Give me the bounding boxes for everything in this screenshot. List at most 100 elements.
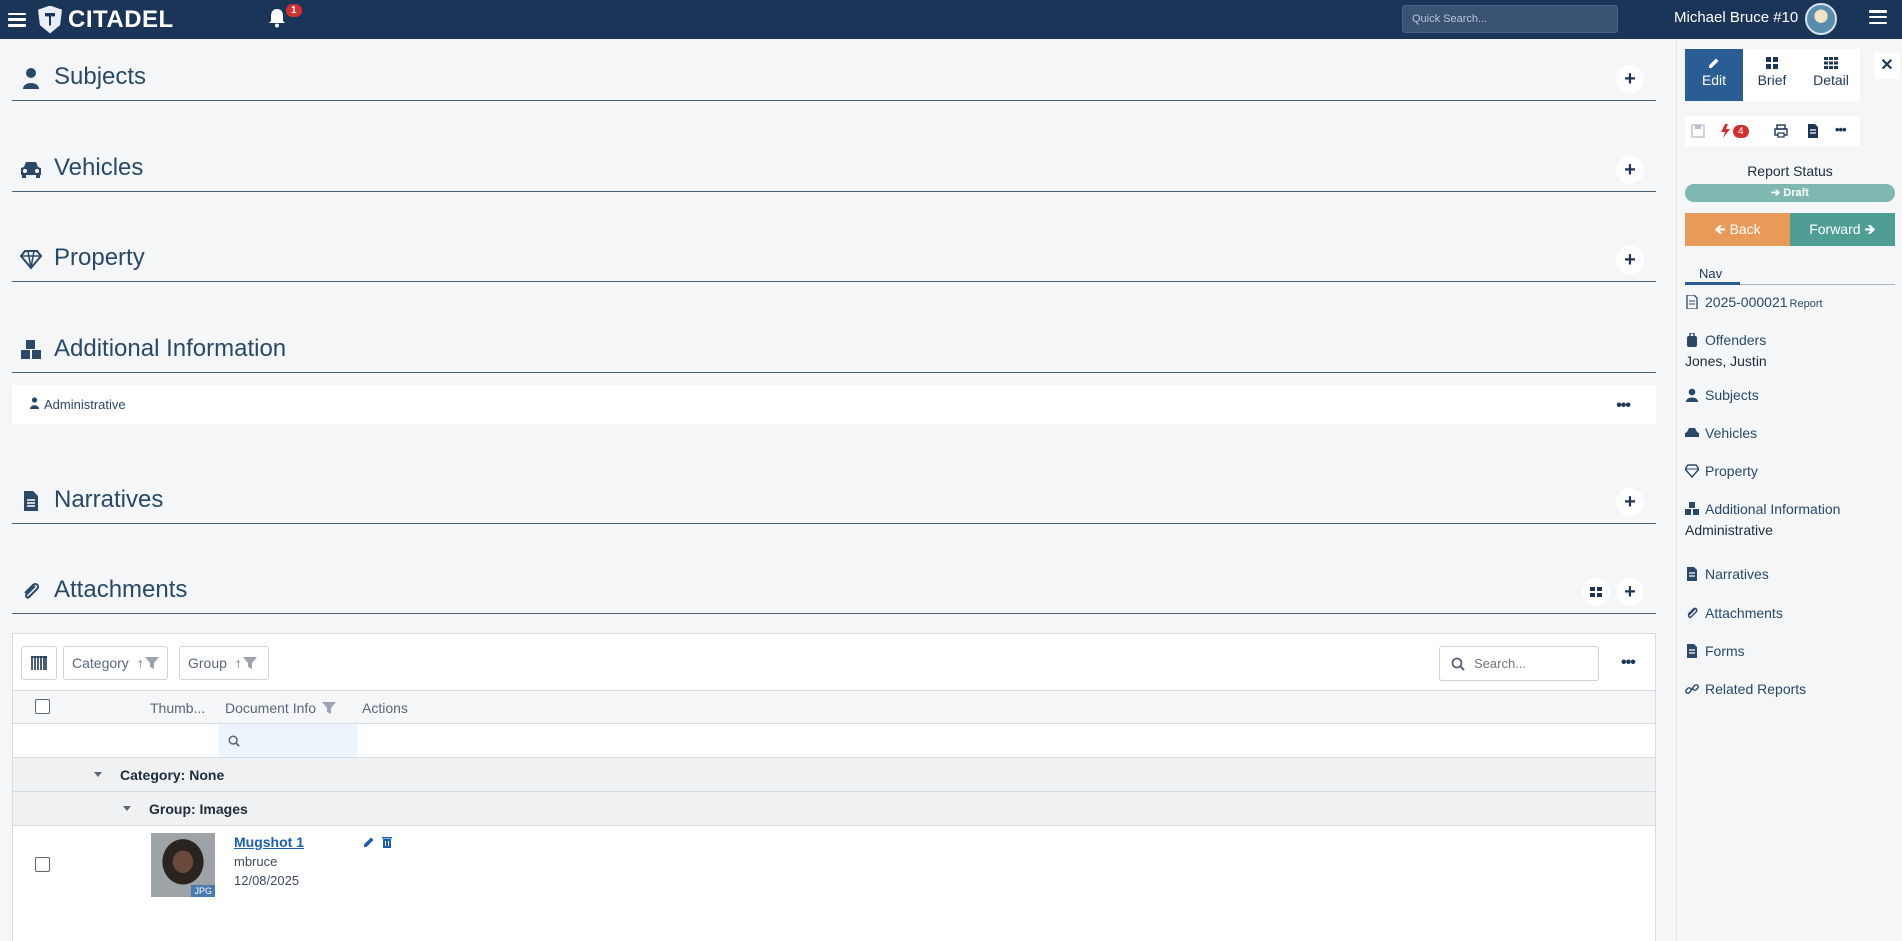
tab-nav[interactable]: Nav <box>1685 266 1895 285</box>
quick-search-input[interactable] <box>1402 5 1618 33</box>
trash-icon[interactable] <box>381 836 393 848</box>
nav-related-reports-label: Related Reports <box>1705 681 1807 697</box>
document-date: 12/08/2025 <box>234 873 300 888</box>
arrow-right-icon: 🡺 <box>1860 221 1876 237</box>
nav-item-narratives[interactable]: Narratives <box>1685 566 1769 582</box>
add-narrative-button[interactable]: + <box>1616 488 1644 516</box>
forward-button-label: Forward <box>1809 221 1861 237</box>
nav-item-subjects[interactable]: Subjects <box>1685 387 1759 403</box>
grid-view-icon[interactable] <box>1582 578 1610 606</box>
section-title-subjects: Subjects <box>54 63 147 90</box>
section-title-attachments: Attachments <box>54 576 188 603</box>
category-group-row: Category: None <box>13 758 1655 792</box>
person-icon <box>1686 388 1698 402</box>
filter-icon[interactable] <box>322 701 336 715</box>
user-avatar[interactable] <box>1805 3 1837 35</box>
print-icon[interactable] <box>1774 124 1788 138</box>
add-subject-button[interactable]: + <box>1616 65 1644 93</box>
tab-brief[interactable]: Brief <box>1743 49 1801 101</box>
edit-pencil-icon[interactable] <box>363 836 375 848</box>
filter-icon[interactable] <box>144 656 159 670</box>
tab-edit[interactable]: Edit <box>1685 49 1743 101</box>
document-icon <box>1687 567 1697 581</box>
document-icon <box>24 491 38 511</box>
document-icon[interactable] <box>1806 124 1820 138</box>
filter-icon[interactable] <box>242 656 257 670</box>
main-menu-icon[interactable] <box>8 12 26 27</box>
category-group-filter[interactable]: Category ↑ <box>63 646 168 680</box>
collapse-caret-icon[interactable] <box>123 806 131 811</box>
citadel-logo[interactable]: CITADEL <box>38 5 174 34</box>
arrow-right-icon: ➔ <box>1771 187 1784 199</box>
grid-more-options-icon[interactable]: ••• <box>1621 654 1636 672</box>
nav-item-attachments[interactable]: Attachments <box>1685 605 1783 621</box>
nav-item-property[interactable]: Property <box>1685 463 1758 479</box>
attachments-section-header: Attachments + <box>12 566 1656 614</box>
select-all-checkbox[interactable] <box>35 699 50 714</box>
sort-arrow-icon[interactable]: ↑ <box>137 655 144 671</box>
mugshot-thumbnail[interactable]: JPG <box>151 833 215 897</box>
nav-tab-label: Nav <box>1699 266 1723 281</box>
nav-offenders-label: Offenders <box>1705 332 1767 348</box>
nav-subjects-label: Subjects <box>1705 387 1759 403</box>
column-header-document-info[interactable]: Document Info <box>225 700 316 716</box>
car-icon <box>21 162 41 178</box>
nav-forms-label: Forms <box>1705 643 1745 659</box>
nav-item-report[interactable]: 2025-000021 Report <box>1685 294 1823 310</box>
column-header-actions[interactable]: Actions <box>362 700 408 716</box>
sort-arrow-icon[interactable]: ↑ <box>235 655 242 671</box>
section-title-narratives: Narratives <box>54 486 164 513</box>
offender-name[interactable]: Jones, Justin <box>1685 353 1767 369</box>
grid-icon <box>1766 57 1778 69</box>
nav-item-related-reports[interactable]: Related Reports <box>1685 681 1806 697</box>
document-title-link[interactable]: Mugshot 1 <box>234 834 304 850</box>
more-actions-icon[interactable]: ••• <box>1835 122 1855 137</box>
grid-filter-row <box>13 724 1655 758</box>
nav-attachments-label: Attachments <box>1705 605 1783 621</box>
back-button[interactable]: 🡸 Back <box>1685 213 1790 246</box>
pencil-icon <box>1709 58 1719 68</box>
arrow-left-icon: 🡸 <box>1714 221 1730 237</box>
group-group-filter[interactable]: Group ↑ <box>179 646 269 680</box>
document-author: mbruce <box>234 854 278 869</box>
handcuffs-icon <box>1687 333 1697 347</box>
property-section-header: Property + <box>12 234 1656 282</box>
grid-toolbar: Category ↑ Group ↑ ••• <box>13 634 1655 690</box>
additional-information-sub[interactable]: Administrative <box>1685 522 1773 538</box>
section-title-additional-information: Additional Information <box>54 335 287 362</box>
administrative-row[interactable]: Administrative ••• <box>12 385 1656 424</box>
document-info-filter-cell[interactable] <box>219 724 357 757</box>
nav-item-forms[interactable]: Forms <box>1685 643 1745 659</box>
collapse-caret-icon[interactable] <box>94 772 102 777</box>
add-attachment-button[interactable]: + <box>1616 578 1644 606</box>
nav-narratives-label: Narratives <box>1705 566 1769 582</box>
row-checkbox[interactable] <box>35 857 50 872</box>
person-icon <box>23 68 39 89</box>
column-header-thumbnail[interactable]: Thumb... <box>150 700 205 716</box>
nav-item-offenders[interactable]: Offenders <box>1685 332 1766 348</box>
flag-alert-icon[interactable] <box>1719 124 1733 138</box>
notifications-bell-icon[interactable] <box>268 8 286 28</box>
save-icon[interactable] <box>1691 124 1705 138</box>
column-chooser-button[interactable] <box>21 646 57 680</box>
grid-detail-icon <box>1824 57 1838 69</box>
close-icon[interactable]: ✕ <box>1874 53 1900 79</box>
report-action-bar: 4 ••• <box>1685 116 1860 146</box>
add-property-button[interactable]: + <box>1616 246 1644 274</box>
add-vehicle-button[interactable]: + <box>1616 156 1644 184</box>
more-options-icon[interactable]: ••• <box>1616 397 1631 415</box>
section-title-vehicles: Vehicles <box>54 154 144 181</box>
right-menu-icon[interactable] <box>1869 10 1887 24</box>
user-name[interactable]: Michael Bruce #10 <box>1674 9 1798 26</box>
attachments-grid: Category ↑ Group ↑ ••• Thumb... Document… <box>12 633 1656 941</box>
nav-item-additional-information[interactable]: Additional Information <box>1685 501 1840 517</box>
car-icon <box>1685 428 1699 437</box>
columns-icon <box>31 656 47 670</box>
administrative-label: Administrative <box>44 397 126 412</box>
nav-item-vehicles[interactable]: Vehicles <box>1685 425 1757 441</box>
tab-detail[interactable]: Detail <box>1802 49 1860 101</box>
section-title-property: Property <box>54 244 145 271</box>
forward-button[interactable]: Forward 🡺 <box>1790 213 1895 246</box>
shield-logo-icon <box>38 5 62 34</box>
document-icon <box>1687 644 1697 658</box>
